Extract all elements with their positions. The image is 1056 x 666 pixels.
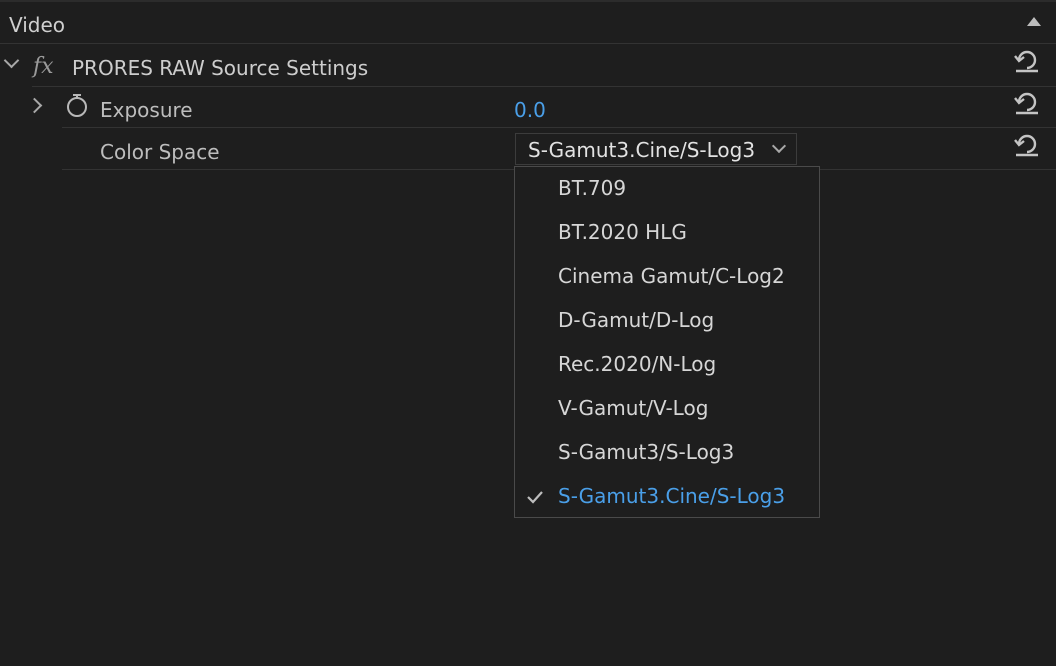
divider xyxy=(32,86,1056,87)
color-space-menu: BT.709 BT.2020 HLG Cinema Gamut/C-Log2 D… xyxy=(514,166,820,518)
menu-item-v-gamut[interactable]: V-Gamut/V-Log xyxy=(515,387,819,431)
chevron-right-icon[interactable] xyxy=(26,97,43,114)
chevron-down-icon xyxy=(771,138,787,154)
menu-item-bt709[interactable]: BT.709 xyxy=(515,167,819,211)
divider xyxy=(0,43,1056,44)
divider xyxy=(62,127,1056,128)
divider xyxy=(820,169,1056,170)
fx-icon[interactable]: fx xyxy=(33,54,54,79)
menu-item-label: BT.709 xyxy=(558,176,627,200)
reset-icon[interactable] xyxy=(1013,89,1041,117)
color-space-label: Color Space xyxy=(100,140,220,164)
menu-item-bt2020-hlg[interactable]: BT.2020 HLG xyxy=(515,211,819,255)
menu-item-cinema-gamut[interactable]: Cinema Gamut/C-Log2 xyxy=(515,255,819,299)
exposure-value[interactable]: 0.0 xyxy=(514,98,546,122)
effect-controls-panel: Video fx PRORES RAW Source Settings Expo… xyxy=(0,0,1056,666)
exposure-label: Exposure xyxy=(100,98,193,122)
divider xyxy=(62,169,514,170)
menu-item-label: D-Gamut/D-Log xyxy=(558,308,715,332)
chevron-down-icon[interactable] xyxy=(3,52,20,69)
menu-item-label: BT.2020 HLG xyxy=(558,220,687,244)
panel-top-border xyxy=(0,0,1056,2)
menu-item-label: Cinema Gamut/C-Log2 xyxy=(558,264,785,288)
menu-item-label: S-Gamut3/S-Log3 xyxy=(558,440,735,464)
color-space-selected: S-Gamut3.Cine/S-Log3 xyxy=(528,138,756,162)
menu-item-label: S-Gamut3.Cine/S-Log3 xyxy=(558,484,786,508)
reset-icon[interactable] xyxy=(1013,47,1041,75)
effect-title: PRORES RAW Source Settings xyxy=(72,56,369,80)
triangle-up-icon[interactable] xyxy=(1027,17,1041,26)
menu-item-s-gamut3[interactable]: S-Gamut3/S-Log3 xyxy=(515,431,819,475)
menu-item-label: V-Gamut/V-Log xyxy=(558,396,709,420)
section-label-video: Video xyxy=(9,13,66,37)
menu-item-label: Rec.2020/N-Log xyxy=(558,352,717,376)
menu-item-rec2020-nlog[interactable]: Rec.2020/N-Log xyxy=(515,343,819,387)
menu-item-s-gamut3-cine[interactable]: S-Gamut3.Cine/S-Log3 xyxy=(515,475,819,519)
reset-icon[interactable] xyxy=(1013,131,1041,159)
stopwatch-icon[interactable] xyxy=(65,92,89,118)
color-space-dropdown[interactable]: S-Gamut3.Cine/S-Log3 xyxy=(515,133,797,165)
menu-item-d-gamut[interactable]: D-Gamut/D-Log xyxy=(515,299,819,343)
checkmark-icon xyxy=(527,491,543,504)
